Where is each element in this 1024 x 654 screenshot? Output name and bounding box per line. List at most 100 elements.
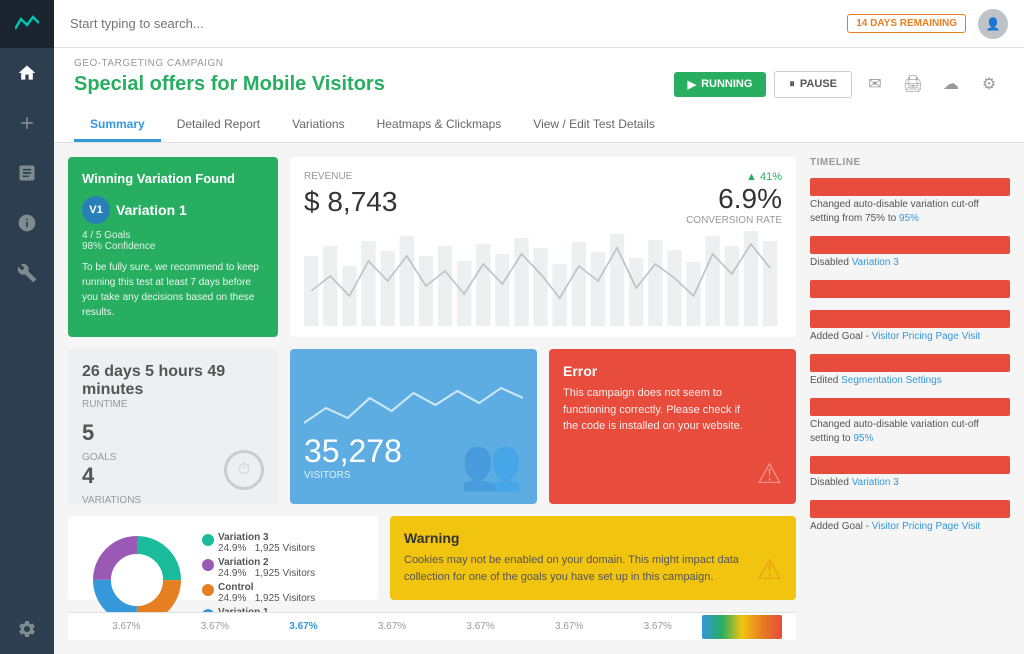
visitors-split-card: Variation 3 24.9% 1,925 Visitors Variati… — [68, 516, 378, 600]
revenue-chart — [304, 226, 782, 326]
timeline-item-7: Disabled Variation 3 — [810, 456, 1010, 490]
logo — [0, 0, 54, 48]
timeline-text-5: Edited Segmentation Settings — [810, 374, 1010, 388]
variation-sub: 4 / 5 Goals98% Confidence — [82, 230, 264, 252]
clock-icon: ⏱ — [224, 450, 264, 490]
legend-text-v3: Variation 3 24.9% 1,925 Visitors — [218, 532, 315, 554]
rate-value: 6.9% — [686, 183, 782, 215]
tabs: Summary Detailed Report Variations Heatm… — [74, 109, 1004, 142]
timeline-item-2: Disabled Variation 3 — [810, 236, 1010, 270]
warning-card: Warning Cookies may not be enabled on yo… — [390, 516, 796, 600]
timeline-sidebar: TIMELINE Changed auto-disable variation … — [810, 157, 1010, 640]
pct-4: 3.67% — [348, 621, 437, 632]
campaign-label: GEO-TARGETING CAMPAIGN — [74, 58, 1004, 69]
sidebar-item-insights[interactable] — [0, 198, 54, 248]
tab-edit[interactable]: View / Edit Test Details — [517, 109, 671, 142]
variation-badge: V1 Variation 1 — [82, 196, 187, 224]
timeline-bar-7 — [810, 456, 1010, 474]
trial-badge: 14 DAYS REMAINING — [847, 14, 966, 33]
bottom-row: Variation 3 24.9% 1,925 Visitors Variati… — [68, 516, 796, 600]
timeline-item-6: Changed auto-disable variation cut-off s… — [810, 398, 1010, 446]
winning-title: Winning Variation Found — [82, 171, 264, 186]
revenue-card: REVENUE $ 8,743 ▲ 41% 6.9% CONVERSION RA… — [290, 157, 796, 337]
heatmap-thumbnail — [702, 615, 782, 639]
pause-icon: ⏸ — [789, 78, 795, 91]
share-icon[interactable]: ☁ — [936, 69, 966, 99]
tab-detailed-report[interactable]: Detailed Report — [161, 109, 276, 142]
rate-change: ▲ 41% — [686, 171, 782, 183]
error-card: Error This campaign does not seem to fun… — [549, 349, 796, 504]
winning-variation-card: Winning Variation Found V1 Variation 1 4… — [68, 157, 278, 337]
timeline-item-4: Added Goal - Visitor Pricing Page Visit — [810, 310, 1010, 344]
legend-dot-v2 — [202, 559, 214, 571]
tab-variations[interactable]: Variations — [276, 109, 360, 142]
warning-icon: ⚠ — [757, 553, 782, 586]
variations-label: VARIATIONS — [82, 495, 264, 506]
avatar[interactable]: 👤 — [978, 9, 1008, 39]
timeline-item-1: Changed auto-disable variation cut-off s… — [810, 178, 1010, 226]
runtime-time: 26 days 5 hours 49 minutes — [82, 363, 264, 399]
mid-row: 26 days 5 hours 49 minutes RUNTIME 5 GOA… — [68, 349, 796, 504]
winning-description: To be fully sure, we recommend to keep r… — [82, 260, 264, 320]
running-button[interactable]: ▶ RUNNING — [674, 72, 767, 97]
pause-button[interactable]: ⏸ PAUSE — [774, 71, 852, 98]
campaign-header: GEO-TARGETING CAMPAIGN Special offers fo… — [54, 48, 1024, 143]
pct-3: 3.67% — [259, 621, 348, 632]
sidebar-item-home[interactable] — [0, 48, 54, 98]
timeline-bar-5 — [810, 354, 1010, 372]
visitors-chart — [304, 373, 523, 433]
rate-label: CONVERSION RATE — [686, 215, 782, 226]
legend-text-v2: Variation 2 24.9% 1,925 Visitors — [218, 557, 315, 579]
legend-item-v3: Variation 3 24.9% 1,925 Visitors — [202, 532, 364, 554]
v1-circle: V1 — [82, 196, 110, 224]
email-icon[interactable]: ✉ — [860, 69, 890, 99]
legend-text-control: Control 24.9% 1,925 Visitors — [218, 582, 315, 604]
pct-1: 3.67% — [82, 621, 171, 632]
sidebar-item-add[interactable] — [0, 98, 54, 148]
search-input[interactable] — [70, 16, 835, 31]
campaign-title-row: Special offers for Mobile Visitors ▶ RUN… — [74, 69, 1004, 99]
runtime-card: 26 days 5 hours 49 minutes RUNTIME 5 GOA… — [68, 349, 278, 504]
pct-7: 3.67% — [613, 621, 702, 632]
main-content: Winning Variation Found V1 Variation 1 4… — [68, 157, 796, 640]
topbar: 14 DAYS REMAINING 👤 — [54, 0, 1024, 48]
campaign-actions: ▶ RUNNING ⏸ PAUSE ✉ 🖨 ☁ ⚙ — [674, 69, 1004, 99]
sidebar-item-tools[interactable] — [0, 248, 54, 298]
print-icon[interactable]: 🖨 — [898, 69, 928, 99]
legend-item-control: Control 24.9% 1,925 Visitors — [202, 582, 364, 604]
tab-summary[interactable]: Summary — [74, 109, 161, 142]
legend-dot-control — [202, 584, 214, 596]
timeline-bar-6 — [810, 398, 1010, 416]
timeline-item-8: Added Goal - Visitor Pricing Page Visit — [810, 500, 1010, 534]
timeline-bar-1 — [810, 178, 1010, 196]
timeline-title: TIMELINE — [810, 157, 1010, 168]
visitors-icon: 👥 — [461, 435, 523, 494]
conversion-rate: ▲ 41% 6.9% CONVERSION RATE — [686, 171, 782, 226]
main-area: 14 DAYS REMAINING 👤 GEO-TARGETING CAMPAI… — [54, 0, 1024, 654]
timeline-text-2: Disabled Variation 3 — [810, 256, 1010, 270]
goals-value: 5 — [82, 420, 264, 446]
error-title: Error — [563, 363, 747, 379]
timeline-text-8: Added Goal - Visitor Pricing Page Visit — [810, 520, 1010, 534]
timeline-item-5: Edited Segmentation Settings — [810, 354, 1010, 388]
pct-2: 3.67% — [171, 621, 260, 632]
visitors-card: 35,278 VISITORS 👥 — [290, 349, 537, 504]
sidebar — [0, 0, 54, 654]
top-row: Winning Variation Found V1 Variation 1 4… — [68, 157, 796, 337]
legend-dot-v3 — [202, 534, 214, 546]
timeline-text-7: Disabled Variation 3 — [810, 476, 1010, 490]
tab-heatmaps[interactable]: Heatmaps & Clickmaps — [361, 109, 518, 142]
timeline-bar-2 — [810, 236, 1010, 254]
runtime-label: RUNTIME — [82, 399, 264, 410]
timeline-bar-4 — [810, 310, 1010, 328]
pct-6: 3.67% — [525, 621, 614, 632]
variation-name: Variation 1 — [116, 202, 187, 218]
timeline-text-1: Changed auto-disable variation cut-off s… — [810, 198, 1010, 226]
settings-icon[interactable]: ⚙ — [974, 69, 1004, 99]
error-icon: ⚠ — [757, 457, 782, 490]
sidebar-item-settings[interactable] — [0, 604, 54, 654]
timeline-item-3 — [810, 280, 1010, 300]
timeline-bar-3 — [810, 280, 1010, 298]
timeline-text-4: Added Goal - Visitor Pricing Page Visit — [810, 330, 1010, 344]
sidebar-item-reports[interactable] — [0, 148, 54, 198]
